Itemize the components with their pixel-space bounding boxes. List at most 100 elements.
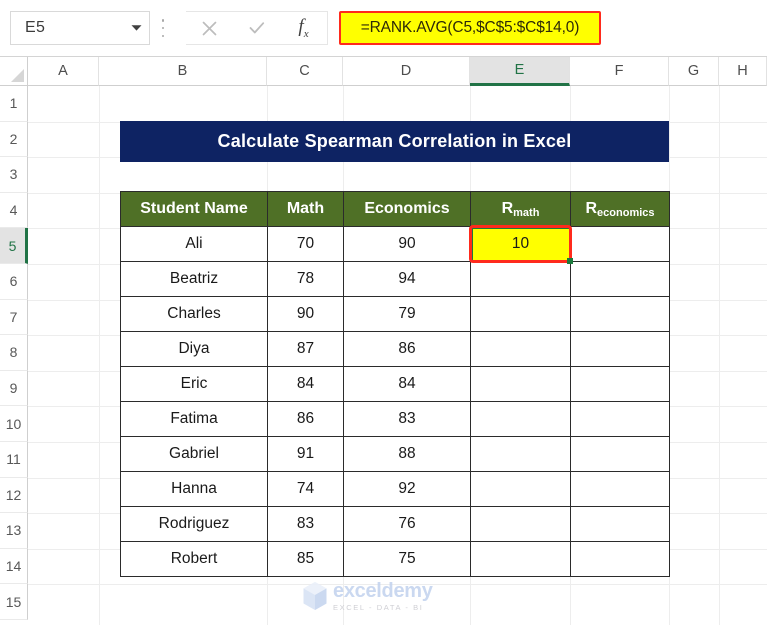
cell-r-economics[interactable]	[570, 331, 670, 367]
cell-r-economics[interactable]	[570, 541, 670, 577]
row-header-3[interactable]: 3	[0, 157, 28, 193]
row-header-9[interactable]: 9	[0, 370, 28, 407]
cell-economics-score[interactable]: 92	[343, 471, 471, 507]
cell-math-score[interactable]: 84	[267, 366, 344, 402]
fx-icon[interactable]: fx	[280, 12, 327, 44]
cell-r-math[interactable]	[470, 541, 571, 577]
column-header-a[interactable]: A	[28, 57, 99, 86]
kebab-menu-icon[interactable]	[157, 19, 169, 37]
column-header-math: Math	[267, 191, 344, 227]
column-header-g[interactable]: G	[669, 57, 719, 86]
cell-economics-score[interactable]: 88	[343, 436, 471, 472]
row-header-14[interactable]: 14	[0, 548, 28, 585]
select-all-corner[interactable]	[0, 57, 28, 86]
cell-student-name[interactable]: Gabriel	[120, 436, 268, 472]
cell-student-name[interactable]: Beatriz	[120, 261, 268, 297]
row-header-12[interactable]: 12	[0, 477, 28, 514]
check-icon[interactable]	[233, 12, 280, 44]
cell-student-name[interactable]: Fatima	[120, 401, 268, 437]
cell-math-score[interactable]: 83	[267, 506, 344, 542]
cell-r-economics[interactable]	[570, 296, 670, 332]
table-header-row: Student Name Math Economics Rmath Recono…	[120, 191, 670, 227]
cell-student-name[interactable]: Rodriguez	[120, 506, 268, 542]
column-header-e[interactable]: E	[470, 57, 570, 86]
row-header-2[interactable]: 2	[0, 121, 28, 158]
cell-economics-score[interactable]: 83	[343, 401, 471, 437]
cell-r-economics[interactable]	[570, 366, 670, 402]
row-header-11[interactable]: 11	[0, 442, 28, 478]
cell-economics-score[interactable]: 90	[343, 226, 471, 262]
cell-r-math[interactable]	[470, 436, 571, 472]
row-header-5[interactable]: 5	[0, 228, 28, 264]
row-header-15[interactable]: 15	[0, 584, 28, 620]
row-header-10[interactable]: 10	[0, 406, 28, 442]
cell-r-math[interactable]	[470, 506, 571, 542]
cell-math-score[interactable]: 74	[267, 471, 344, 507]
formula-action-buttons: fx	[186, 11, 328, 45]
row-header-4[interactable]: 4	[0, 192, 28, 229]
cell-r-economics[interactable]	[570, 261, 670, 297]
cell-economics-score[interactable]: 86	[343, 331, 471, 367]
watermark-brand: exceldemy	[333, 579, 433, 602]
table-row: Fatima 86 83	[120, 401, 670, 437]
exceldemy-watermark: exceldemy EXCEL - DATA - BI	[302, 578, 477, 614]
cube-logo-icon	[303, 582, 327, 610]
cell-economics-score[interactable]: 94	[343, 261, 471, 297]
row-header-6[interactable]: 6	[0, 264, 28, 300]
cell-r-math[interactable]	[470, 401, 571, 437]
cell-r-economics[interactable]	[570, 506, 670, 542]
cell-economics-score[interactable]: 76	[343, 506, 471, 542]
cell-r-math[interactable]	[470, 366, 571, 402]
table-row: Hanna 74 92	[120, 471, 670, 507]
close-icon[interactable]	[186, 12, 233, 44]
column-header-h[interactable]: H	[719, 57, 767, 86]
cell-student-name[interactable]: Eric	[120, 366, 268, 402]
formula-input[interactable]: =RANK.AVG(C5,$C$5:$C$14,0)	[328, 11, 759, 45]
column-header-f[interactable]: F	[570, 57, 669, 86]
column-header-d[interactable]: D	[343, 57, 470, 86]
cell-r-economics[interactable]	[570, 226, 670, 262]
cell-economics-score[interactable]: 79	[343, 296, 471, 332]
cell-economics-score[interactable]: 75	[343, 541, 471, 577]
cell-student-name[interactable]: Robert	[120, 541, 268, 577]
cell-math-score[interactable]: 78	[267, 261, 344, 297]
watermark-tagline: EXCEL - DATA - BI	[333, 602, 424, 612]
cell-math-score[interactable]: 70	[267, 226, 344, 262]
selected-cell-e5[interactable]: 10	[469, 225, 573, 264]
cell-r-economics[interactable]	[570, 471, 670, 507]
cell-r-economics[interactable]	[570, 401, 670, 437]
table-row: Charles 90 79	[120, 296, 670, 332]
cell-r-math[interactable]	[470, 471, 571, 507]
cell-math-score[interactable]: 86	[267, 401, 344, 437]
cell-r-economics[interactable]	[570, 436, 670, 472]
cell-student-name[interactable]: Charles	[120, 296, 268, 332]
column-header-c[interactable]: C	[267, 57, 343, 86]
fill-handle[interactable]	[567, 258, 573, 264]
table-row: Rodriguez 83 76	[120, 506, 670, 542]
cell-r-math[interactable]	[470, 296, 571, 332]
watermark-text: exceldemy EXCEL - DATA - BI	[333, 581, 433, 612]
name-box[interactable]: E5	[10, 11, 150, 45]
cell-r-math[interactable]	[470, 261, 571, 297]
cell-math-score[interactable]: 85	[267, 541, 344, 577]
table-row: Eric 84 84	[120, 366, 670, 402]
cell-math-score[interactable]: 87	[267, 331, 344, 367]
cell-math-score[interactable]: 91	[267, 436, 344, 472]
row-header-13[interactable]: 13	[0, 513, 28, 549]
cell-student-name[interactable]: Ali	[120, 226, 268, 262]
table-row: Beatriz 78 94	[120, 261, 670, 297]
gridline-vertical	[99, 86, 100, 625]
title-banner: Calculate Spearman Correlation in Excel	[120, 121, 669, 162]
row-header-8[interactable]: 8	[0, 335, 28, 371]
cell-student-name[interactable]: Diya	[120, 331, 268, 367]
row-header-1[interactable]: 1	[0, 86, 28, 122]
cell-student-name[interactable]: Hanna	[120, 471, 268, 507]
column-header-b[interactable]: B	[99, 57, 267, 86]
column-header-r-math: Rmath	[470, 191, 571, 227]
header-subscript: economics	[597, 207, 655, 219]
cell-r-math[interactable]	[470, 331, 571, 367]
row-header-7[interactable]: 7	[0, 299, 28, 336]
cell-economics-score[interactable]: 84	[343, 366, 471, 402]
chevron-down-icon[interactable]	[123, 24, 149, 32]
cell-math-score[interactable]: 90	[267, 296, 344, 332]
